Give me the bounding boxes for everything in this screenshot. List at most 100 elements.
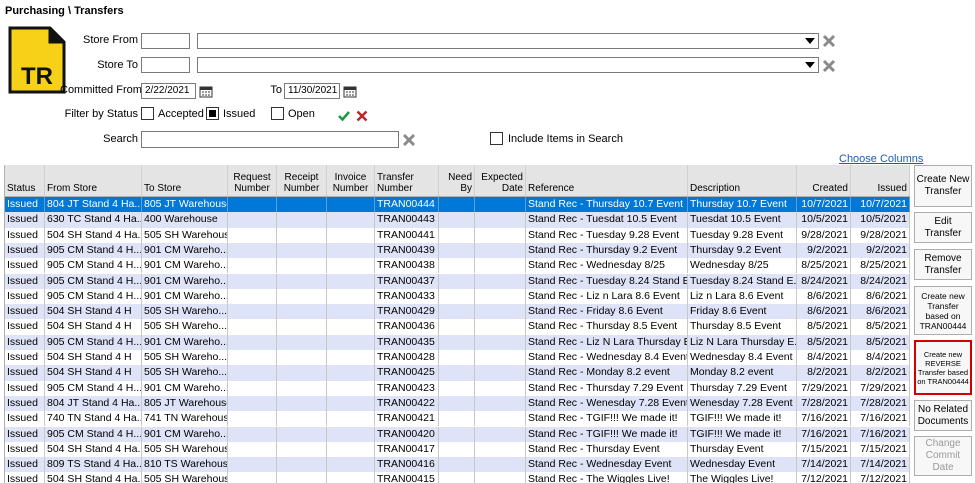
- cell-to: 505 SH Wareho...: [142, 350, 228, 366]
- cell-transfer: TRAN00416: [375, 457, 439, 473]
- accepted-checkbox[interactable]: [141, 107, 154, 120]
- table-row[interactable]: Issued 504 SH Stand 4 Ha... 505 SH Warehou…: [5, 441, 910, 458]
- transfer-document-icon: TR: [8, 26, 66, 97]
- include-items-checkbox[interactable]: [490, 132, 503, 145]
- cell-reference: Stand Rec - Thursday 8.5 Event: [526, 319, 688, 335]
- choose-columns-link[interactable]: Choose Columns: [839, 153, 923, 165]
- col-description[interactable]: Description: [688, 165, 797, 196]
- col-need-by[interactable]: Need By: [439, 165, 475, 196]
- clear-store-to-icon[interactable]: [822, 59, 836, 73]
- cell-empty: [277, 350, 327, 366]
- store-to-select[interactable]: [197, 57, 819, 73]
- cell-reference: Stand Rec - TGIF!!! We made it!: [526, 426, 688, 442]
- cell-from: 905 CM Stand 4 H...: [45, 426, 142, 442]
- cell-empty: [475, 319, 526, 335]
- cell-reference: Stand Rec - Wednesday 8.4 Event: [526, 350, 688, 366]
- table-row[interactable]: Issued 905 CM Stand 4 H... 901 CM Wareho..…: [5, 288, 910, 305]
- table-row[interactable]: Issued 905 CM Stand 4 H... 901 CM Wareho..…: [5, 258, 910, 274]
- transfers-grid[interactable]: Status From Store To Store Request Numbe…: [4, 165, 910, 483]
- table-row[interactable]: Issued 740 TN Stand 4 Ha... 741 TN Warehou…: [5, 411, 910, 427]
- cell-empty: [277, 319, 327, 335]
- table-row[interactable]: Issued 630 TC Stand 4 Ha... 400 Warehouse T…: [5, 212, 910, 228]
- cell-status: Issued: [5, 227, 45, 243]
- col-transfer-number[interactable]: Transfer Number: [375, 165, 439, 196]
- search-label: Search: [103, 133, 138, 145]
- table-row[interactable]: Issued 504 SH Stand 4 Ha... 505 SH Warehou…: [5, 472, 910, 483]
- col-expected-date[interactable]: Expected Date: [475, 165, 526, 196]
- no-related-documents-button[interactable]: No Related Documents: [914, 400, 972, 431]
- cell-status: Issued: [5, 350, 45, 366]
- cell-issued: 8/24/2021: [851, 273, 910, 289]
- cell-reference: Stand Rec - TGIF!!! We made it!: [526, 411, 688, 427]
- cell-transfer: TRAN00428: [375, 350, 439, 366]
- cell-reference: Stand Rec - Tuesday 8.24 Stand Ev...: [526, 273, 688, 289]
- table-row[interactable]: Issued 905 CM Stand 4 H... 901 CM Wareho..…: [5, 334, 910, 350]
- col-issued[interactable]: Issued: [851, 165, 910, 196]
- table-row[interactable]: Issued 504 SH Stand 4 Ha... 505 SH Warehou…: [5, 227, 910, 243]
- table-row[interactable]: Issued 905 CM Stand 4 H... 901 CM Wareho..…: [5, 242, 910, 259]
- edit-transfer-button[interactable]: Edit Transfer: [914, 212, 972, 243]
- open-checkbox[interactable]: [271, 107, 284, 120]
- col-receipt-number[interactable]: Receipt Number: [277, 165, 327, 196]
- cell-empty: [475, 304, 526, 320]
- create-based-on-button[interactable]: Create new Transfer based on TRAN00444: [914, 286, 972, 335]
- committed-from-input[interactable]: 2/22/2021: [141, 83, 196, 99]
- col-status[interactable]: Status: [5, 165, 45, 196]
- search-input[interactable]: [141, 131, 399, 148]
- apply-checkmark-icon[interactable]: [338, 110, 350, 122]
- col-created[interactable]: Created: [797, 165, 851, 196]
- store-from-label: Store From: [82, 34, 138, 46]
- col-invoice-number[interactable]: Invoice Number: [327, 165, 375, 196]
- col-request-number[interactable]: Request Number: [228, 165, 277, 196]
- cell-empty: [439, 380, 475, 396]
- create-reverse-transfer-button[interactable]: Create new REVERSE Transfer based on TRA…: [914, 340, 972, 395]
- issued-checkbox[interactable]: [206, 107, 219, 120]
- cell-empty: [327, 197, 375, 213]
- clear-store-from-icon[interactable]: [822, 34, 836, 48]
- committed-to-input[interactable]: 11/30/2021: [284, 83, 340, 99]
- cell-status: Issued: [5, 441, 45, 458]
- table-row[interactable]: Issued 504 SH Stand 4 H 505 SH Wareho... TR…: [5, 319, 910, 335]
- clear-search-icon[interactable]: [402, 133, 416, 147]
- change-commit-date-button[interactable]: Change Commit Date: [914, 436, 972, 476]
- cell-empty: [475, 441, 526, 458]
- cell-description: Monday 8.2 event: [688, 365, 797, 381]
- table-row[interactable]: Issued 809 TS Stand 4 Ha... 810 TS Warehou…: [5, 457, 910, 473]
- table-row[interactable]: Issued 905 CM Stand 4 H... 901 CM Wareho..…: [5, 273, 910, 289]
- cell-status: Issued: [5, 319, 45, 335]
- remove-transfer-button[interactable]: Remove Transfer: [914, 249, 972, 280]
- store-from-select[interactable]: [197, 33, 819, 49]
- open-label: Open: [288, 108, 315, 120]
- col-to-store[interactable]: To Store: [142, 165, 228, 196]
- cancel-x-icon[interactable]: [356, 110, 368, 122]
- table-row[interactable]: Issued 804 JT Stand 4 Ha... 805 JT Warehou…: [5, 395, 910, 412]
- table-row[interactable]: Issued 504 SH Stand 4 H 505 SH Wareho... TR…: [5, 304, 910, 320]
- chevron-down-icon: [805, 38, 815, 44]
- cell-transfer: TRAN00441: [375, 227, 439, 243]
- create-new-transfer-button[interactable]: Create New Transfer: [914, 165, 972, 207]
- cell-transfer: TRAN00425: [375, 365, 439, 381]
- cell-empty: [327, 472, 375, 483]
- cell-empty: [327, 273, 375, 289]
- table-row[interactable]: Issued 905 CM Stand 4 H... 901 CM Wareho..…: [5, 426, 910, 442]
- table-row[interactable]: Issued 504 SH Stand 4 H 505 SH Wareho... TR…: [5, 365, 910, 381]
- store-from-code-input[interactable]: [141, 33, 190, 49]
- calendar-icon[interactable]: [199, 85, 213, 98]
- cell-created: 7/28/2021: [797, 395, 851, 412]
- store-to-code-input[interactable]: [141, 57, 190, 73]
- cell-empty: [439, 227, 475, 243]
- cell-empty: [327, 426, 375, 442]
- cell-empty: [439, 411, 475, 427]
- cell-transfer: TRAN00421: [375, 411, 439, 427]
- table-row[interactable]: Issued 905 CM Stand 4 H... 901 CM Wareho..…: [5, 380, 910, 396]
- calendar-icon[interactable]: [343, 85, 357, 98]
- col-from-store[interactable]: From Store: [45, 165, 142, 196]
- table-row[interactable]: Issued 504 SH Stand 4 H 505 SH Wareho... TR…: [5, 350, 910, 366]
- table-row[interactable]: Issued 804 JT Stand 4 Ha... 805 JT Warehou…: [5, 197, 910, 213]
- cell-empty: [327, 411, 375, 427]
- col-reference[interactable]: Reference: [526, 165, 688, 196]
- cell-from: 905 CM Stand 4 H...: [45, 334, 142, 350]
- cell-created: 7/14/2021: [797, 457, 851, 473]
- cell-issued: 9/2/2021: [851, 242, 910, 259]
- cell-created: 8/4/2021: [797, 350, 851, 366]
